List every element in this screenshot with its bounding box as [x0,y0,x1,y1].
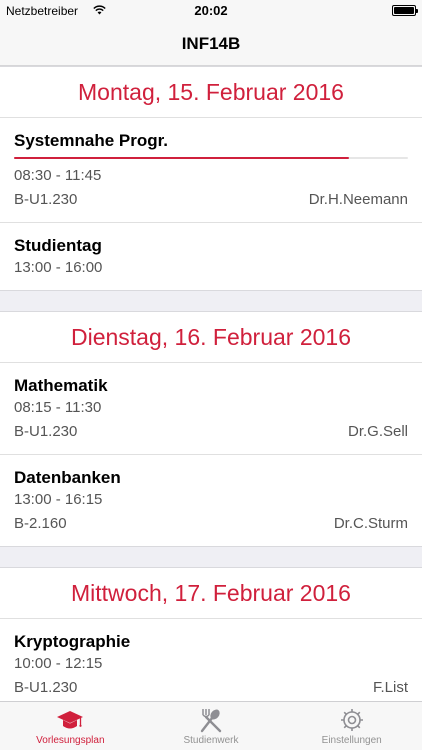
tab-bar: Vorlesungsplan Studienwerk Einstellungen [0,701,422,750]
lecture-details: B-U1.230 Dr.H.Neemann [14,190,408,210]
fork-spoon-icon [200,709,222,733]
lecture-time: 13:00 - 16:15 [14,491,103,508]
lecture-item[interactable]: Datenbanken 13:00 - 16:15 B-2.160 Dr.C.S… [0,455,422,546]
lecture-room: B-U1.230 [14,191,78,208]
lecture-time: 10:00 - 12:15 [14,655,103,672]
lecture-details: B-U1.230 Dr.G.Sell [14,422,408,442]
lecture-item[interactable]: Kryptographie 10:00 - 12:15 B-U1.230 F.L… [0,619,422,701]
page-title: INF14B [181,33,241,53]
lecture-lecturer: Dr.G.Sell [347,423,408,440]
navigation-bar: INF14B [0,22,422,66]
lecture-room: B-U1.230 [14,423,78,440]
lecture-name: Mathematik [14,376,108,395]
tab-label: Einstellungen [321,735,382,746]
day-section: Montag, 15. Februar 2016 Systemnahe Prog… [0,66,422,291]
lecture-time: 08:15 - 11:30 [14,399,102,416]
lecture-lecturer: Dr.C.Sturm [333,515,408,532]
lecture-room: B-2.160 [14,515,67,532]
tab-studienwerk[interactable]: Studienwerk [141,702,282,750]
tab-vorlesungsplan[interactable]: Vorlesungsplan [0,702,141,750]
lecture-item[interactable]: Systemnahe Progr. 08:30 - 11:45 B-U1.230… [0,118,422,223]
schedule-list[interactable]: Montag, 15. Februar 2016 Systemnahe Prog… [0,66,422,701]
lecture-time: 13:00 - 16:00 [14,259,103,276]
day-header: Dienstag, 16. Februar 2016 [0,312,422,363]
lecture-name: Datenbanken [14,468,121,487]
lecture-details: B-U1.230 F.List [14,678,408,698]
status-bar: Netzbetreiber 20:02 [0,0,422,22]
lecture-name: Systemnahe Progr. [14,131,169,150]
day-section: Dienstag, 16. Februar 2016 Mathematik 08… [0,311,422,547]
lecture-room: B-U1.230 [14,679,78,696]
lecture-name: Kryptographie [14,632,131,651]
lecture-details: B-2.160 Dr.C.Sturm [14,514,408,534]
lecture-progress [14,156,408,160]
lecture-time: 08:30 - 11:45 [14,167,102,184]
lecture-item[interactable]: Mathematik 08:15 - 11:30 B-U1.230 Dr.G.S… [0,363,422,455]
lecture-name: Studientag [14,236,102,255]
status-time: 20:02 [194,3,228,18]
gear-icon [340,709,363,731]
lecture-item[interactable]: Studientag 13:00 - 16:00 [0,223,422,290]
tab-einstellungen[interactable]: Einstellungen [281,702,422,750]
day-section: Mittwoch, 17. Februar 2016 Kryptographie… [0,567,422,701]
day-header: Mittwoch, 17. Februar 2016 [0,568,422,619]
lecture-lecturer: Dr.H.Neemann [308,191,408,208]
lecture-lecturer: F.List [372,679,408,696]
tab-label: Studienwerk [183,735,239,746]
tab-label: Vorlesungsplan [36,735,105,746]
battery-icon [392,5,418,16]
day-header: Montag, 15. Februar 2016 [0,67,422,118]
graduation-cap-icon [57,711,84,729]
progress-bar [14,157,349,159]
